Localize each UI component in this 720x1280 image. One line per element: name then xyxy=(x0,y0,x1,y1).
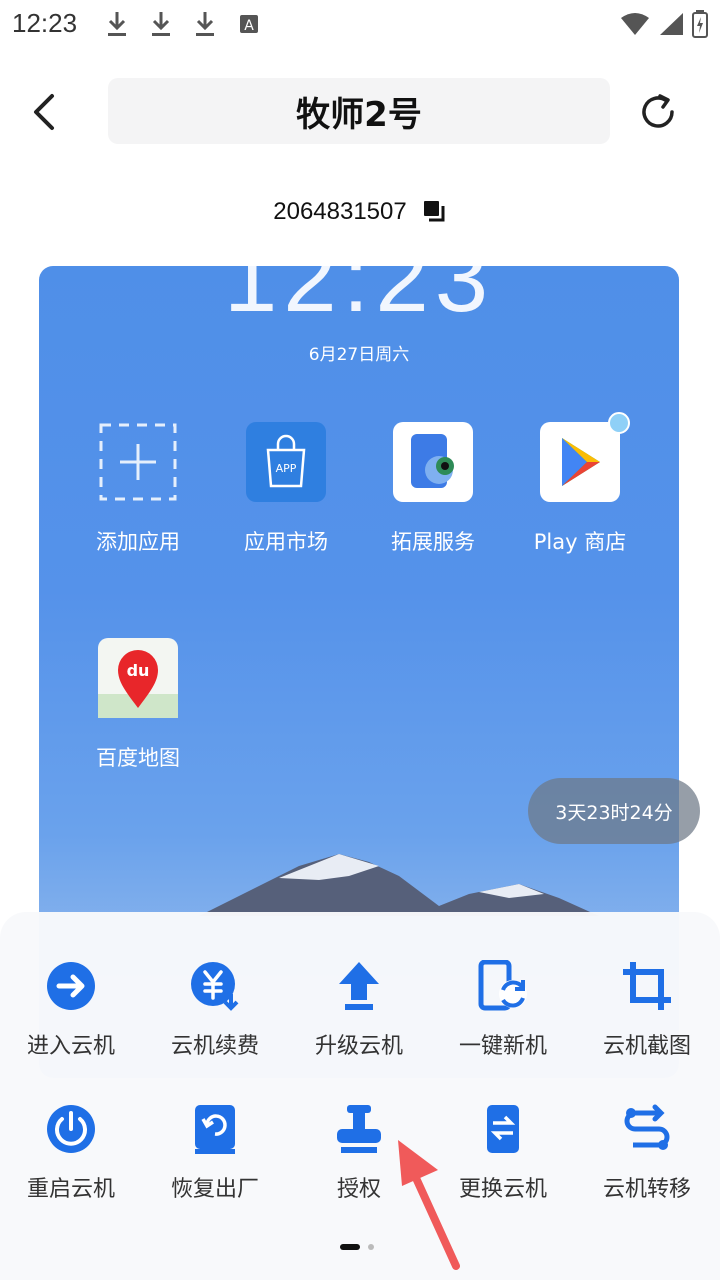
add-app-icon xyxy=(98,422,178,502)
enter-arrow-icon xyxy=(47,962,95,1010)
notification-dot xyxy=(608,412,630,434)
play-store-icon xyxy=(540,412,630,502)
renew-button[interactable]: 云机续费 xyxy=(143,960,287,1060)
app-baidu-map[interactable]: du 百度地图 xyxy=(68,638,208,772)
countdown-badge[interactable]: 3天23时24分 xyxy=(528,778,700,844)
factory-reset-button[interactable]: 恢复出厂 xyxy=(143,1103,287,1203)
refresh-icon[interactable] xyxy=(636,90,680,134)
new-device-icon xyxy=(478,959,527,1011)
download-icon xyxy=(152,12,170,36)
reboot-button[interactable]: 重启云机 xyxy=(0,1103,143,1203)
annotation-arrow-icon xyxy=(398,1140,460,1270)
title-box: 牧师2号 xyxy=(108,78,610,144)
lockscreen-date: 6月27日周六 xyxy=(308,345,410,365)
app-extension[interactable]: 拓展服务 xyxy=(363,422,503,556)
new-device-button[interactable]: 一键新机 xyxy=(431,959,575,1060)
app-play-store[interactable]: Play 商店 xyxy=(510,412,650,556)
status-bar: 12:23 A xyxy=(0,0,720,52)
notification-icons: A xyxy=(106,10,260,38)
copy-icon[interactable] xyxy=(423,200,447,224)
action-label: 云机转移 xyxy=(602,1177,691,1202)
app-label: 拓展服务 xyxy=(391,530,475,554)
download-icon xyxy=(196,12,214,36)
baidu-map-icon: du xyxy=(98,638,178,718)
action-label: 云机续费 xyxy=(170,1034,259,1059)
extension-service-icon xyxy=(393,422,473,502)
transfer-icon xyxy=(624,1104,670,1150)
signal-icon xyxy=(660,13,683,35)
replace-device-icon xyxy=(487,1105,519,1153)
app-label: 添加应用 xyxy=(96,530,180,554)
app-add[interactable]: 添加应用 xyxy=(68,422,208,556)
lockscreen-clock: 12:23 xyxy=(223,266,495,332)
font-a-icon: A xyxy=(240,15,258,34)
renew-yen-icon xyxy=(191,962,239,1011)
svg-text:A: A xyxy=(244,18,254,34)
factory-reset-icon xyxy=(195,1105,235,1154)
action-label: 进入云机 xyxy=(26,1034,115,1059)
action-label: 升级云机 xyxy=(314,1034,403,1059)
page-indicator xyxy=(340,1244,374,1250)
app-label: 百度地图 xyxy=(96,746,180,770)
page-dot-active xyxy=(340,1244,360,1250)
action-label: 一键新机 xyxy=(458,1034,547,1059)
power-icon xyxy=(47,1105,95,1153)
app-market-icon: APP xyxy=(246,422,326,502)
header: 牧师2号 xyxy=(0,78,720,144)
stamp-icon xyxy=(337,1105,381,1153)
action-label: 云机截图 xyxy=(602,1034,691,1059)
transfer-button[interactable]: 云机转移 xyxy=(575,1103,719,1203)
device-id-row: 2064831507 xyxy=(0,192,720,232)
system-icons xyxy=(620,10,708,38)
app-label: 应用市场 xyxy=(244,530,328,554)
back-icon[interactable] xyxy=(26,90,66,134)
page-dot xyxy=(368,1244,374,1250)
status-time: 12:23 xyxy=(12,8,78,38)
battery-icon xyxy=(692,10,708,38)
page-title: 牧师2号 xyxy=(296,94,422,135)
baidu-map-badge: du xyxy=(127,661,150,680)
crop-icon xyxy=(623,962,671,1010)
app-market-badge: APP xyxy=(276,462,297,475)
action-label: 恢复出厂 xyxy=(170,1177,259,1202)
wifi-icon xyxy=(621,13,649,35)
action-label: 重启云机 xyxy=(26,1177,115,1202)
screenshot-button[interactable]: 云机截图 xyxy=(575,960,719,1060)
enter-cloud-phone-button[interactable]: 进入云机 xyxy=(0,960,143,1060)
device-id: 2064831507 xyxy=(273,198,407,225)
upgrade-button[interactable]: 升级云机 xyxy=(287,960,431,1060)
app-market[interactable]: APP 应用市场 xyxy=(216,422,356,556)
app-label: Play 商店 xyxy=(533,530,627,554)
upgrade-icon xyxy=(339,962,379,1010)
download-icon xyxy=(108,12,126,36)
